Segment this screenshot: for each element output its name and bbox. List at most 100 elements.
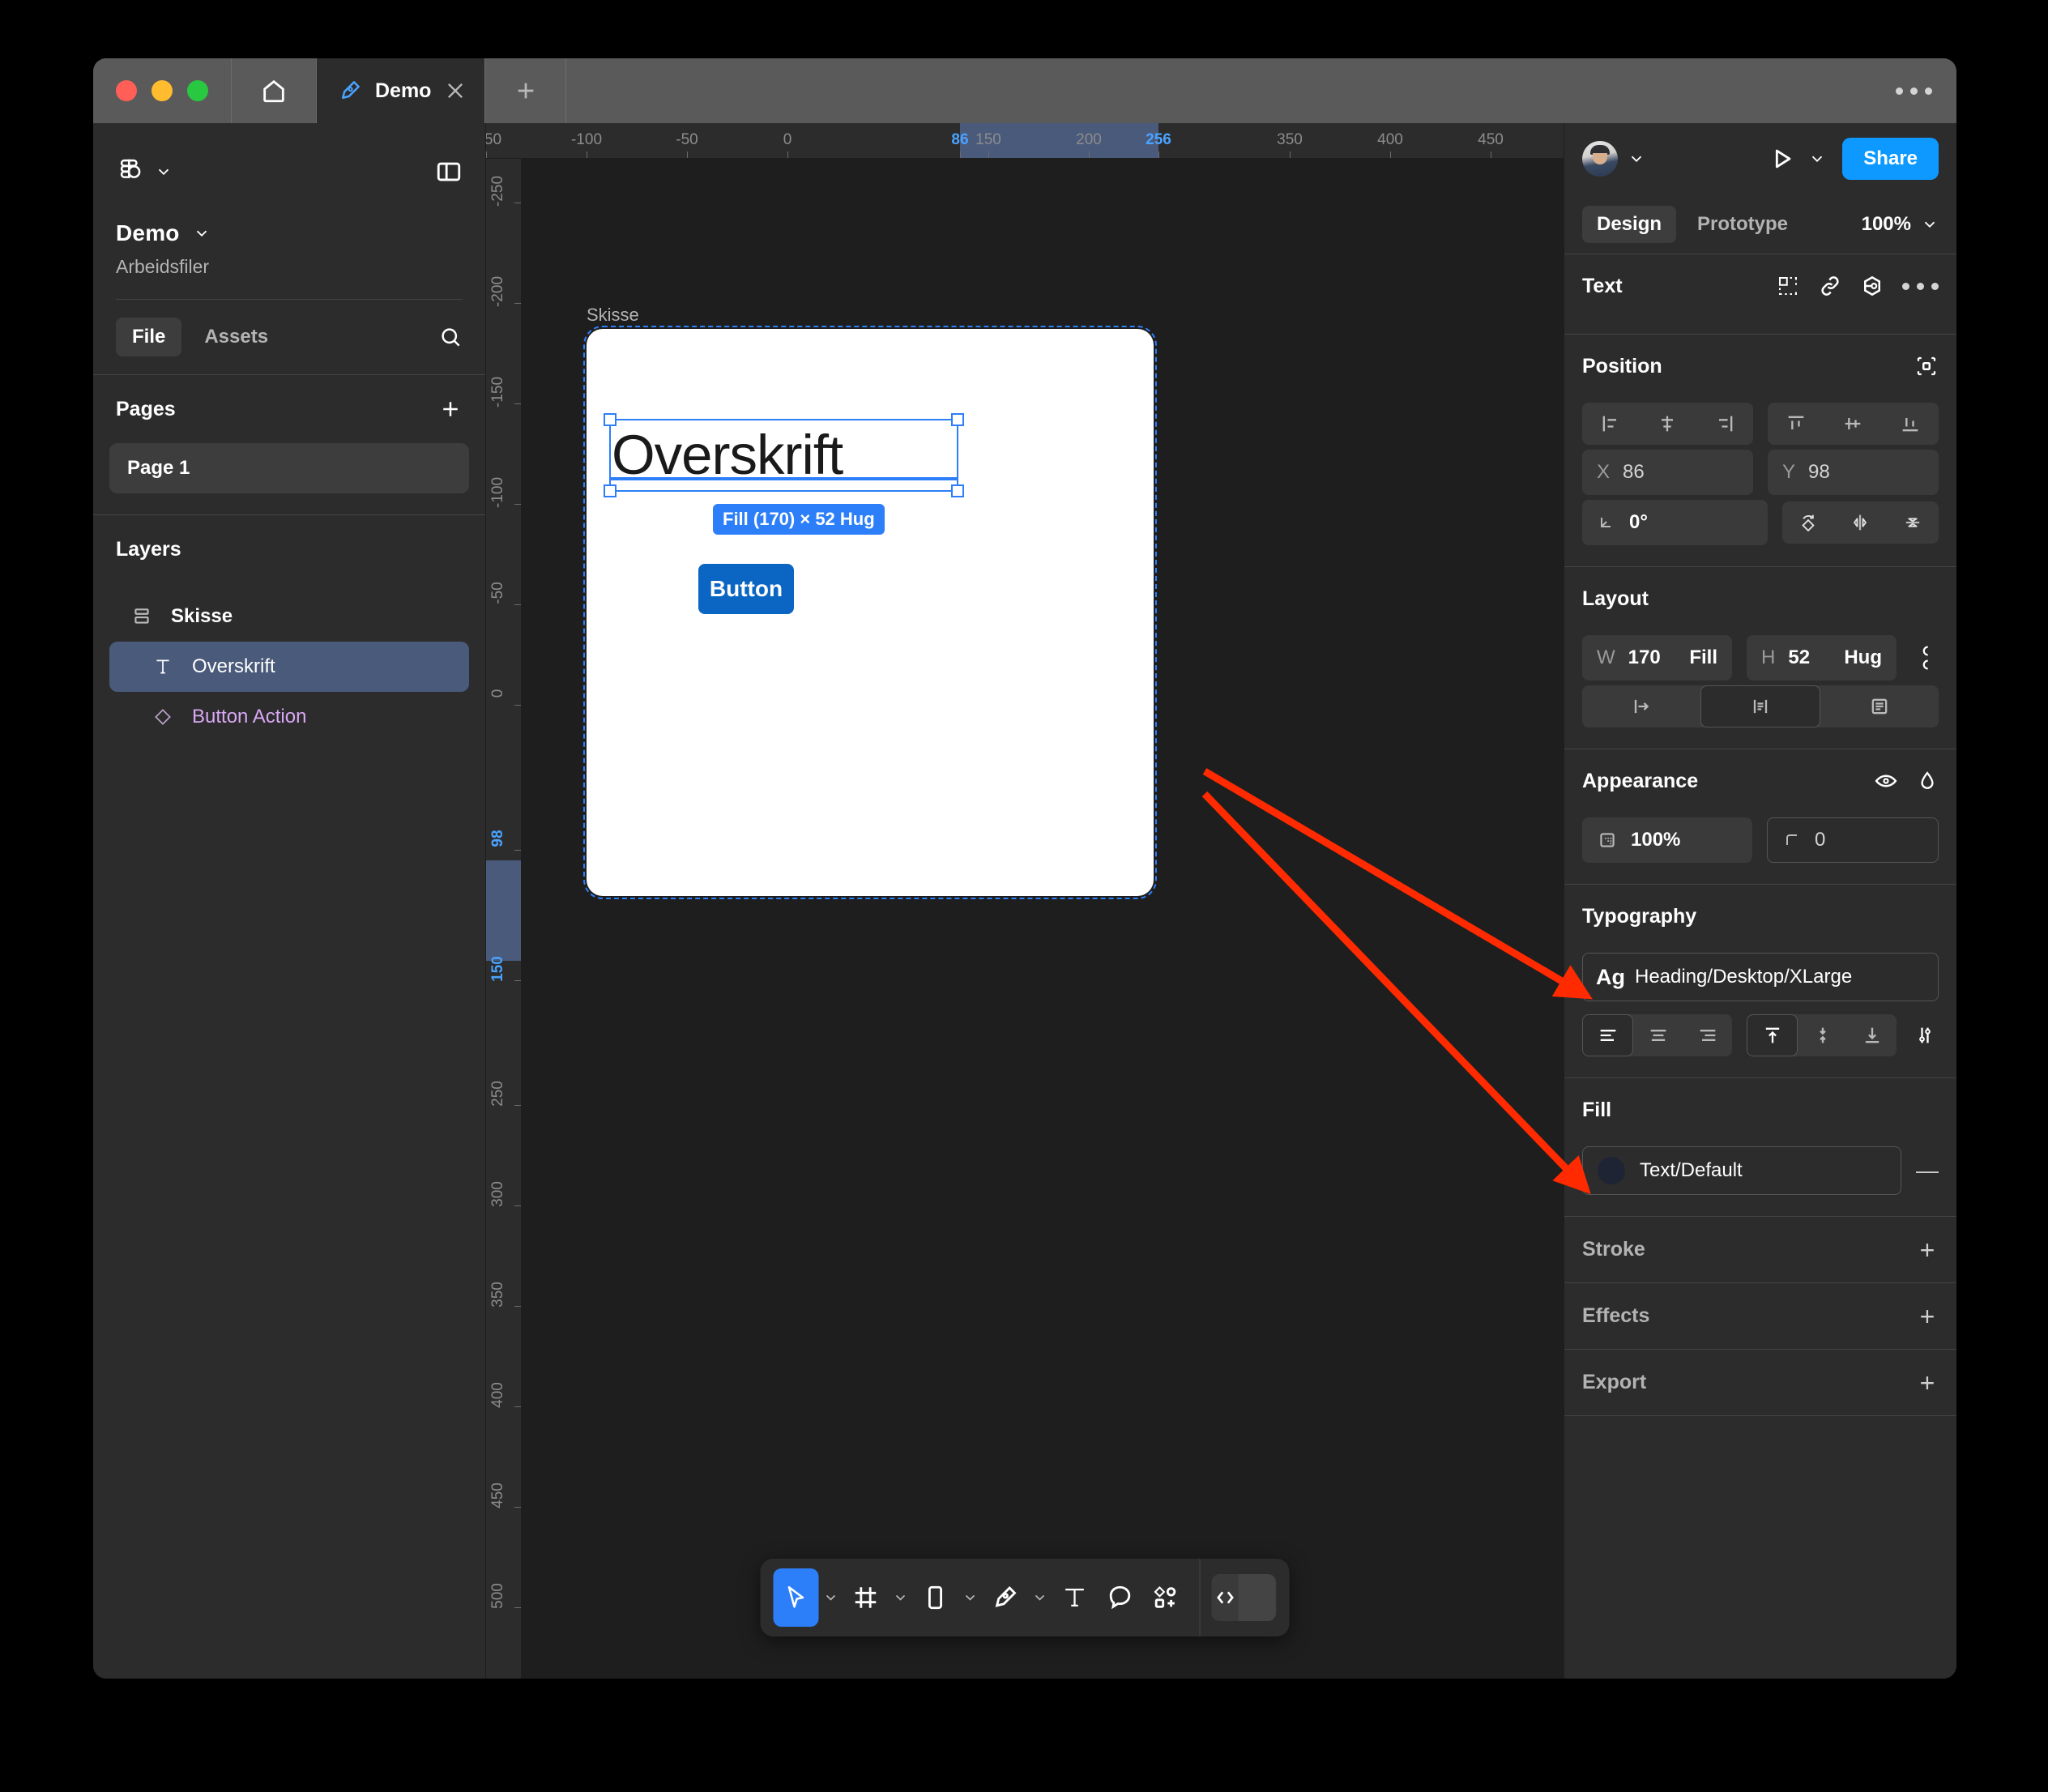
flip-horizontal-icon[interactable] bbox=[1834, 501, 1886, 544]
text-top-icon[interactable] bbox=[1747, 1014, 1798, 1056]
flip-vertical-icon[interactable] bbox=[1887, 501, 1939, 544]
file-name-row[interactable]: Demo bbox=[116, 220, 463, 246]
y-position-field[interactable]: Y 98 bbox=[1768, 450, 1939, 495]
tab-assets[interactable]: Assets bbox=[188, 318, 284, 356]
zoom-control[interactable]: 100% bbox=[1862, 213, 1939, 236]
window-overflow-menu[interactable] bbox=[1871, 58, 1956, 123]
width-field[interactable]: W 170 Fill bbox=[1582, 635, 1732, 681]
opacity-field[interactable]: 100% bbox=[1582, 817, 1752, 863]
dev-mode-switch[interactable] bbox=[1238, 1574, 1276, 1621]
fill-style-field[interactable]: Text/Default bbox=[1582, 1146, 1901, 1195]
components-tool[interactable] bbox=[1143, 1568, 1188, 1627]
move-tool[interactable] bbox=[773, 1568, 819, 1627]
text-align-center-icon[interactable] bbox=[1633, 1014, 1683, 1056]
opacity-icon bbox=[1597, 830, 1618, 851]
panel-toggle-button[interactable] bbox=[435, 158, 463, 186]
resize-handle-bottom-left[interactable] bbox=[604, 484, 617, 497]
new-tab-button[interactable] bbox=[485, 58, 567, 123]
text-align-left-icon[interactable] bbox=[1582, 1014, 1633, 1056]
constraints-icon[interactable] bbox=[1914, 354, 1939, 378]
w-mode[interactable]: Fill bbox=[1689, 646, 1717, 669]
fixed-size-icon[interactable] bbox=[1820, 685, 1939, 727]
layer-row-overskrift[interactable]: Overskrift bbox=[109, 642, 469, 692]
blend-drop-icon[interactable] bbox=[1916, 769, 1939, 793]
rectangle-tool-caret[interactable] bbox=[958, 1589, 983, 1606]
horizontal-ruler[interactable]: -150 -100 -50 0 86 150 200 256 350 400 450 bbox=[486, 123, 1564, 159]
tab-file[interactable]: File bbox=[116, 318, 182, 356]
component-icon bbox=[148, 706, 177, 727]
share-button[interactable]: Share bbox=[1842, 138, 1939, 180]
frame-skisse[interactable] bbox=[583, 326, 1157, 899]
align-center-h-icon[interactable] bbox=[1639, 403, 1696, 445]
maximize-window-button[interactable] bbox=[187, 80, 208, 101]
auto-width-icon[interactable] bbox=[1582, 685, 1700, 727]
pen-tool-caret[interactable] bbox=[1028, 1589, 1052, 1606]
minimize-window-button[interactable] bbox=[151, 80, 173, 101]
frame-tool-caret[interactable] bbox=[889, 1589, 913, 1606]
plus-icon bbox=[443, 402, 458, 416]
close-icon[interactable] bbox=[444, 79, 467, 102]
frame-tool[interactable] bbox=[843, 1568, 889, 1627]
rotation-field[interactable]: 0° bbox=[1582, 500, 1768, 545]
layer-row-skisse[interactable]: Skisse bbox=[109, 591, 469, 642]
remove-fill-button[interactable]: — bbox=[1916, 1158, 1939, 1184]
text-tool[interactable] bbox=[1052, 1568, 1098, 1627]
corner-radius-value: 0 bbox=[1815, 829, 1826, 851]
component-instance-icon[interactable] bbox=[1860, 274, 1884, 298]
page-item-page-1[interactable]: Page 1 bbox=[109, 443, 469, 493]
close-window-button[interactable] bbox=[116, 80, 137, 101]
auto-height-icon[interactable] bbox=[1700, 685, 1820, 727]
ruler-mark bbox=[514, 1306, 521, 1307]
fill-color-swatch[interactable] bbox=[1598, 1157, 1625, 1184]
h-mode[interactable]: Hug bbox=[1844, 646, 1882, 669]
text-bottom-icon[interactable] bbox=[1847, 1014, 1897, 1056]
height-field[interactable]: H 52 Hug bbox=[1747, 635, 1897, 681]
rotate-icon[interactable] bbox=[1782, 501, 1834, 544]
add-page-button[interactable] bbox=[438, 397, 463, 421]
resize-handle-top-right[interactable] bbox=[951, 413, 964, 426]
tab-design[interactable]: Design bbox=[1582, 205, 1677, 243]
text-align-right-icon[interactable] bbox=[1683, 1014, 1732, 1056]
home-button[interactable] bbox=[232, 58, 317, 123]
canvas-button-component[interactable]: Button bbox=[698, 564, 794, 614]
dashed-square-icon[interactable] bbox=[1776, 274, 1800, 298]
eye-icon[interactable] bbox=[1874, 769, 1898, 793]
text-middle-icon[interactable] bbox=[1798, 1014, 1847, 1056]
proportion-lock-icon[interactable] bbox=[1911, 644, 1939, 672]
add-export-button[interactable]: + bbox=[1916, 1370, 1939, 1396]
home-icon bbox=[263, 79, 284, 103]
present-button[interactable] bbox=[1768, 145, 1795, 173]
typography-style-field[interactable]: Ag Heading/Desktop/XLarge bbox=[1582, 953, 1939, 1001]
link-icon[interactable] bbox=[1818, 274, 1842, 298]
resize-handle-bottom-right[interactable] bbox=[951, 484, 964, 497]
chevron-down-icon[interactable] bbox=[1628, 150, 1645, 168]
pen-tool[interactable] bbox=[983, 1568, 1028, 1627]
ruler-tick: 256 bbox=[1146, 131, 1171, 148]
align-center-v-icon[interactable] bbox=[1824, 403, 1881, 445]
avatar[interactable] bbox=[1582, 141, 1618, 177]
search-button[interactable] bbox=[438, 325, 463, 349]
align-left-icon[interactable] bbox=[1582, 403, 1639, 445]
move-tool-caret[interactable] bbox=[819, 1589, 843, 1606]
layer-row-button-action[interactable]: Button Action bbox=[109, 692, 469, 742]
rectangle-tool[interactable] bbox=[913, 1568, 958, 1627]
add-effect-button[interactable]: + bbox=[1916, 1303, 1939, 1329]
align-bottom-icon[interactable] bbox=[1882, 403, 1939, 445]
tab-demo[interactable]: Demo bbox=[317, 58, 486, 123]
design-canvas[interactable]: Skisse Overskrift Fill (170) × 52 Hug Bu… bbox=[522, 159, 1564, 1679]
tab-prototype[interactable]: Prototype bbox=[1683, 206, 1803, 243]
chevron-down-icon[interactable] bbox=[1808, 150, 1826, 168]
resize-handle-top-left[interactable] bbox=[604, 413, 617, 426]
align-right-icon[interactable] bbox=[1696, 403, 1753, 445]
add-stroke-button[interactable]: + bbox=[1916, 1237, 1939, 1263]
frame-label[interactable]: Skisse bbox=[587, 305, 639, 326]
x-position-field[interactable]: X 86 bbox=[1582, 450, 1753, 495]
comment-tool[interactable] bbox=[1098, 1568, 1143, 1627]
figma-menu-button[interactable] bbox=[116, 154, 173, 190]
vertical-ruler[interactable]: -250 -200 -150 -100 -50 0 98 150 250 300 350 400 450… bbox=[486, 159, 522, 1679]
dev-mode-toggle[interactable] bbox=[1211, 1574, 1277, 1621]
more-icon[interactable] bbox=[1902, 282, 1939, 290]
type-settings-icon[interactable] bbox=[1911, 1024, 1939, 1047]
corner-radius-field[interactable]: 0 bbox=[1767, 817, 1939, 863]
align-top-icon[interactable] bbox=[1768, 403, 1824, 445]
